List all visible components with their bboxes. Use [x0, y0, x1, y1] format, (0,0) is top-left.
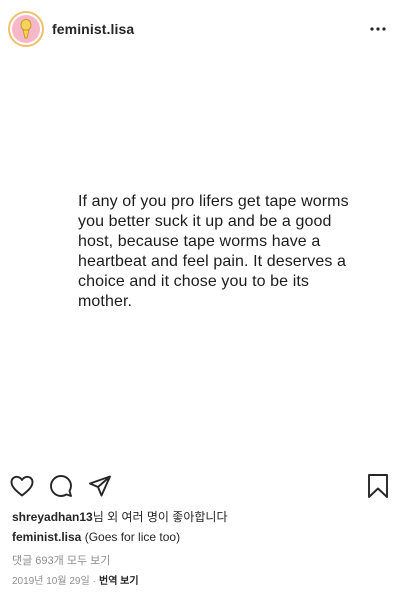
avatar-image [12, 15, 40, 43]
send-icon[interactable] [86, 472, 114, 500]
caption: feminist.lisa (Goes for lice too) [12, 530, 180, 544]
post-header: feminist.lisa [0, 0, 400, 61]
header-username[interactable]: feminist.lisa [52, 21, 134, 37]
bookmark-icon[interactable] [364, 472, 392, 500]
meta-separator: · [92, 576, 96, 587]
more-icon[interactable] [368, 22, 388, 36]
action-bar [0, 468, 400, 504]
post-text: If any of you pro lifers get tape worms … [78, 193, 349, 310]
likes-username[interactable]: shreyadhan13 [12, 510, 93, 524]
caption-username[interactable]: feminist.lisa [12, 530, 81, 544]
post-image[interactable]: If any of you pro lifers get tape worms … [0, 60, 400, 460]
likes-suffix: 님 외 여러 명이 좋아합니다 [92, 510, 228, 524]
heart-icon[interactable] [8, 472, 36, 500]
caption-text: (Goes for lice too) [84, 530, 181, 544]
view-comments-link[interactable]: 댓글 693개 모두 보기 [12, 552, 110, 568]
translate-link[interactable]: 번역 보기 [99, 576, 139, 587]
post-meta: 2019년 10월 29일 · 번역 보기 [12, 572, 139, 587]
likes-summary: shreyadhan13님 외 여러 명이 좋아합니다 [12, 508, 228, 525]
avatar[interactable] [8, 11, 44, 47]
comment-icon[interactable] [47, 472, 75, 500]
post-date: 2019년 10월 29일 [12, 576, 90, 587]
